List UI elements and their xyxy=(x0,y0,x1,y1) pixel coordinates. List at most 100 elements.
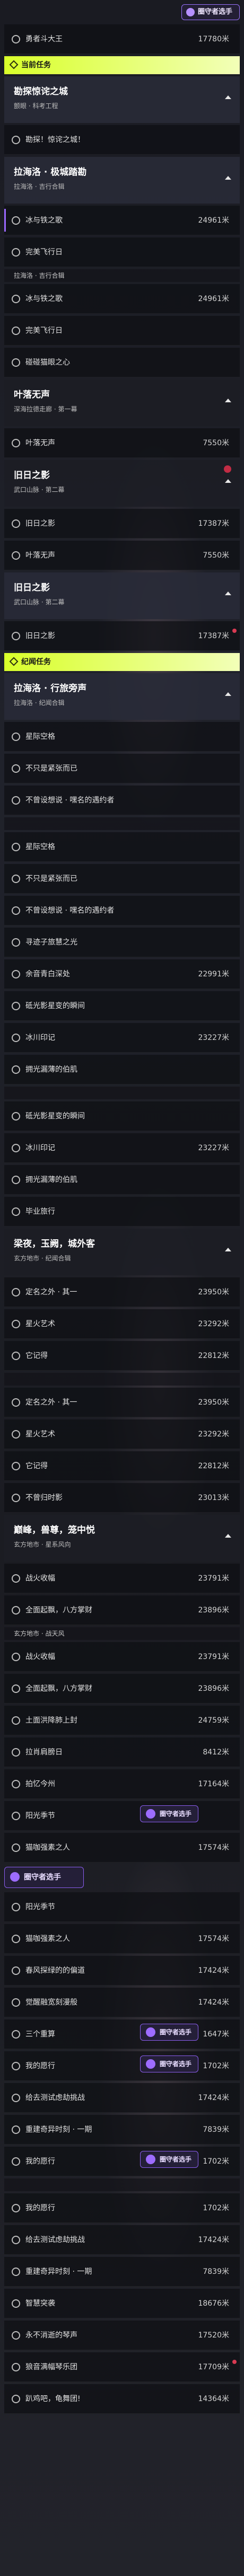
top-badge-label: 圈守者选手 xyxy=(198,8,233,16)
reward-badge-label: 圈守者选手 xyxy=(160,1810,192,1818)
quest-row[interactable]: 冰与铁之歌 24961米 xyxy=(4,206,240,235)
chapter-card[interactable]: 拉海洛 · 极城踏勘 拉海洛 · 吉行合辑 xyxy=(4,157,240,204)
quest-row[interactable]: 碰碰猫眼之心 xyxy=(4,348,240,377)
collapse-caret-icon[interactable] xyxy=(225,1248,231,1251)
chapter-card[interactable]: 旧日之影 武口山脉 · 第二幕 xyxy=(4,572,240,619)
chapter-card[interactable]: 巅峰，兽尊，笼中悦 玄方地市 · 星系风向 xyxy=(4,1515,240,1562)
quest-row[interactable]: 叶落无声 7550米 xyxy=(4,428,240,458)
quest-row[interactable]: 勘探！惊诧之城！ xyxy=(4,125,240,155)
chapter-card[interactable]: 梁夜，玉阙，城外客 玄方地市 · 纪闻合辑 xyxy=(4,1229,240,1275)
quest-row[interactable]: 星际空格 xyxy=(4,722,240,752)
quest-row[interactable]: 冰川印记 23227米 xyxy=(4,1023,240,1053)
collapse-caret-icon[interactable] xyxy=(225,692,231,696)
chapter-card[interactable]: 拉海洛 · 行旅旁声 拉海洛 · 纪闻合辑 xyxy=(4,673,240,720)
quest-row[interactable]: 重建奇异时刻 · 一期 7839米 xyxy=(4,2115,240,2145)
quest-row[interactable]: 战火收幅 23791米 xyxy=(4,1642,240,1672)
quest-row[interactable]: 给去测试虑劫挑战 17424米 xyxy=(4,2083,240,2113)
quest-title: 旧日之影 xyxy=(25,519,55,528)
chapter-card[interactable]: 勘探惊诧之城 颤眼 · 科考工程 xyxy=(4,76,240,123)
reward-badge[interactable]: 圈守者选手 xyxy=(140,2055,198,2072)
category-header[interactable]: 纪闻任务 xyxy=(4,653,240,671)
quest-row[interactable]: 它记得 22812米 xyxy=(4,1451,240,1481)
quest-row[interactable]: 拥光漏薄的伯肌 xyxy=(4,1165,240,1195)
quest-title: 给去测试虑劫挑战 xyxy=(25,2236,85,2244)
quest-row[interactable]: 冰川印记 23227米 xyxy=(4,1133,240,1163)
quest-row[interactable]: 不只是紧张而已 xyxy=(4,864,240,894)
quest-row[interactable]: 毕业旅行 xyxy=(4,1197,240,1227)
quest-row[interactable]: 狼音满幅琴乐团 17709米 xyxy=(4,2352,240,2382)
reward-badge[interactable]: 圈守者选手 xyxy=(140,2151,198,2168)
chapter-subtitle: 武口山脉 · 第二幕 xyxy=(14,598,65,606)
collapse-caret-icon[interactable] xyxy=(225,95,231,99)
reward-badge[interactable]: 圈守者选手 xyxy=(4,1867,84,1888)
quest-row[interactable]: 阳光季节 圈守者选手 xyxy=(4,1801,240,1831)
quest-row[interactable]: 春风探绿的的偏道 17424米 xyxy=(4,1956,240,1986)
quest-status-icon xyxy=(12,1653,20,1661)
quest-row[interactable]: 旧日之影 17387米 xyxy=(4,509,240,539)
quest-title: 定名之外 · 其一 xyxy=(25,1288,77,1296)
quest-row[interactable]: 定名之外 · 其一 23950米 xyxy=(4,1388,240,1417)
quest-row[interactable]: 叶落无声 7550米 xyxy=(4,541,240,570)
quest-row[interactable]: 全面起飘，八方掌财 23896米 xyxy=(4,1674,240,1704)
quest-row[interactable]: 重建奇异时刻 · 一期 7839米 xyxy=(4,2257,240,2287)
quest-status-icon xyxy=(12,764,20,773)
quest-row[interactable]: 战火收幅 23791米 xyxy=(4,1564,240,1593)
quest-row[interactable]: 勇者斗大王 17780米 xyxy=(4,24,240,54)
quest-row[interactable]: 我的愿行 1702米 xyxy=(4,2193,240,2223)
quest-row[interactable]: 余音青白深处 22991米 xyxy=(4,959,240,989)
quest-title: 拉肖肩膀日 xyxy=(25,1748,63,1757)
quest-row[interactable]: 旧日之影 17387米 xyxy=(4,621,240,651)
quest-row[interactable]: 不只是紧张而已 xyxy=(4,754,240,783)
quest-distance: 18676米 xyxy=(198,2299,229,2308)
chapter-card[interactable]: 叶落无声 深海拉德走廊 · 第一幕 xyxy=(4,380,240,426)
quest-row[interactable]: 土面洪降肺上封 24759米 xyxy=(4,1706,240,1735)
reward-badge[interactable]: 圈守者选手 xyxy=(140,2024,198,2041)
quest-row[interactable]: 猫咖强素之人 17574米 xyxy=(4,1924,240,1954)
quest-row[interactable]: 拍忆今州 17164米 xyxy=(4,1769,240,1799)
collapse-caret-icon[interactable] xyxy=(225,399,231,402)
reward-badge[interactable]: 圈守者选手 xyxy=(140,1805,198,1822)
quest-distance: 7550米 xyxy=(203,551,229,560)
quest-row[interactable]: 智慧突袭 18676米 xyxy=(4,2289,240,2318)
section-label: 玄方地市 · 战天风 xyxy=(14,1630,65,1637)
quest-row[interactable]: 星火艺术 23292米 xyxy=(4,1309,240,1339)
quest-distance: 23292米 xyxy=(198,1430,229,1439)
category-header[interactable]: 当前任务 xyxy=(4,56,240,74)
quest-row[interactable]: 我的愿行 1702米 圈守者选手 xyxy=(4,2147,240,2176)
quest-row[interactable]: 完美飞行日 xyxy=(4,237,240,267)
quest-distance: 23791米 xyxy=(198,1574,229,1583)
quest-row[interactable]: 我的愿行 1702米 圈守者选手 xyxy=(4,2051,240,2081)
quest-row[interactable]: 不曾设想说 · 嘿名的遇约者 xyxy=(4,786,240,815)
quest-row[interactable]: 星际空格 xyxy=(4,832,240,862)
quest-row[interactable]: 砥光影星变的瞬间 xyxy=(4,1101,240,1131)
quest-status-icon xyxy=(12,2395,20,2403)
quest-row[interactable]: 完美飞行日 xyxy=(4,316,240,346)
quest-row[interactable]: 不曾归时影 23013米 xyxy=(4,1483,240,1513)
top-badge[interactable]: 圈守者选手 xyxy=(181,4,240,20)
chapter-card[interactable]: 旧日之影 武口山脉 · 第二幕 xyxy=(4,460,240,507)
quest-status-icon xyxy=(12,2030,20,2039)
quest-row[interactable]: 不曾设想说 · 嘿名的遇约者 xyxy=(4,896,240,925)
quest-row[interactable]: 星火艺术 23292米 xyxy=(4,1419,240,1449)
collapse-caret-icon[interactable] xyxy=(225,479,231,483)
quest-row[interactable]: 给去测试虑劫挑战 17424米 xyxy=(4,2225,240,2255)
collapse-caret-icon[interactable] xyxy=(225,592,231,595)
collapse-caret-icon[interactable] xyxy=(225,176,231,180)
quest-row[interactable]: 永不消逝的琴声 17520米 xyxy=(4,2321,240,2350)
quest-row[interactable]: 定名之外 · 其一 23950米 xyxy=(4,1277,240,1307)
quest-row[interactable]: 猫咖强素之人 17574米 xyxy=(4,1833,240,1863)
quest-row[interactable]: 全面起飘，八方掌财 23896米 xyxy=(4,1595,240,1625)
quest-row[interactable]: 觉醒融宽刻漫般 17424米 xyxy=(4,1988,240,2017)
quest-row[interactable]: 它记得 22812米 xyxy=(4,1341,240,1371)
quest-row[interactable]: 寻迹子旅慧之光 xyxy=(4,928,240,957)
quest-list[interactable]: 勇者斗大王 17780米 当前任务 勘探惊诧之城 颤眼 · 科考工程 勘探！惊诧之城！ 拉海… xyxy=(0,0,244,2576)
quest-row[interactable]: 冰与铁之歌 24961米 xyxy=(4,284,240,314)
quest-row[interactable]: 拉肖肩膀日 8412米 xyxy=(4,1737,240,1767)
quest-row[interactable]: 阳光季节 xyxy=(4,1892,240,1922)
collapse-caret-icon[interactable] xyxy=(225,1534,231,1538)
quest-row[interactable]: 三个重算 1647米 圈守者选手 xyxy=(4,2019,240,2049)
quest-row[interactable]: 砥光影星变的瞬间 xyxy=(4,991,240,1021)
quest-title: 永不消逝的琴声 xyxy=(25,2331,77,2340)
quest-row[interactable]: 拥光漏薄的伯肌 xyxy=(4,1055,240,1084)
quest-row[interactable]: 趴鸡吧，龟舞团! 14364米 xyxy=(4,2384,240,2414)
